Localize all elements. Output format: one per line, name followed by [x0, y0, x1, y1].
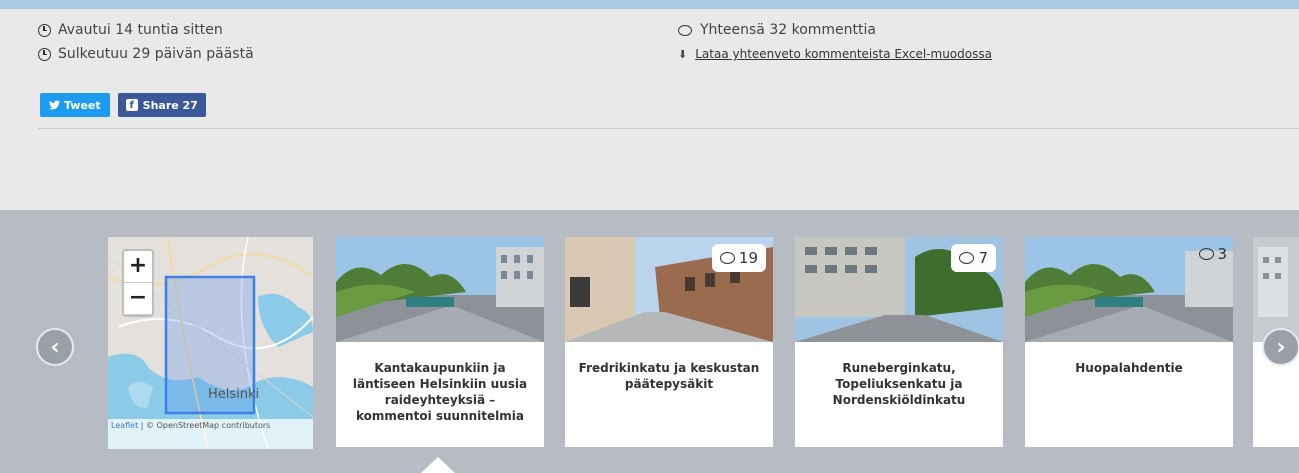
- section-carousel: ‹ + − Helsinki Leaflet | © OpenStreetMap…: [0, 210, 1299, 473]
- card-photo: [336, 237, 544, 342]
- facebook-icon: f: [125, 99, 138, 111]
- consultation-status: Avautui 14 tuntia sitten Sulkeutuu 29 pä…: [38, 18, 254, 66]
- section-card[interactable]: 7 Runeberginkatu, Topeliuksenkatu ja Nor…: [795, 237, 1003, 447]
- carousel-next-button[interactable]: ›: [1262, 328, 1299, 366]
- share-buttons: Tweet f Share 27: [40, 93, 206, 117]
- opened-text: Avautui 14 tuntia sitten: [58, 22, 223, 38]
- comment-count: 3: [1217, 245, 1227, 263]
- chevron-right-icon: ›: [1276, 335, 1286, 360]
- comment-count-badge: 19: [711, 244, 766, 272]
- comment-bubble-icon: [719, 252, 735, 264]
- download-summary-link[interactable]: Lataa yhteenveto kommenteista Excel-muod…: [695, 47, 992, 61]
- card-photo: [1253, 237, 1299, 342]
- facebook-share-button[interactable]: f Share 27: [117, 93, 206, 117]
- comments-summary: Yhteensä 32 kommenttia ⬇ Lataa yhteenvet…: [678, 18, 992, 66]
- comment-count: 7: [978, 249, 988, 267]
- map-card[interactable]: + − Helsinki Leaflet | © OpenStreetMap c…: [108, 237, 313, 449]
- comment-count-badge: 7: [951, 244, 996, 272]
- comment-count: 19: [738, 249, 758, 267]
- comment-bubble-icon: [678, 24, 692, 36]
- comment-bubble-icon: [1199, 248, 1215, 260]
- carousel-prev-button[interactable]: ‹: [36, 328, 74, 366]
- card-title: Kantakaupunkiin ja läntiseen Helsinkiin …: [352, 361, 528, 423]
- card-photo: 3: [1025, 237, 1233, 342]
- card-photo: 19: [565, 237, 773, 342]
- opened-line: Avautui 14 tuntia sitten: [38, 18, 254, 42]
- closes-text: Sulkeutuu 29 päivän päästä: [58, 46, 254, 62]
- comment-bubble-icon: [959, 252, 975, 264]
- twitter-bird-icon: [49, 100, 60, 110]
- zoom-out-button[interactable]: −: [124, 283, 152, 315]
- share-label: Share 27: [142, 98, 198, 112]
- download-icon: ⬇: [678, 47, 688, 61]
- tweet-button[interactable]: Tweet: [40, 93, 110, 117]
- map-city-label: Helsinki: [208, 387, 260, 402]
- map-attribution: Leaflet | © OpenStreetMap contributors: [108, 419, 313, 449]
- section-card[interactable]: 3 Huopalahdentie: [1025, 237, 1233, 447]
- clock-icon: [38, 23, 51, 37]
- card-title: Huopalahdentie: [1075, 361, 1183, 375]
- tweet-label: Tweet: [64, 98, 101, 112]
- zoom-in-button[interactable]: +: [124, 251, 152, 283]
- download-line[interactable]: ⬇ Lataa yhteenveto kommenteista Excel-mu…: [678, 42, 992, 66]
- active-card-pointer: [421, 457, 455, 473]
- top-accent-bar: [0, 0, 1299, 9]
- clock-icon: [38, 47, 51, 61]
- section-card[interactable]: Kantakaupunkiin ja läntiseen Helsinkiin …: [336, 237, 544, 447]
- card-title: Fredrikinkatu ja keskustan päätepysäkit: [578, 361, 760, 391]
- comments-total-line: Yhteensä 32 kommenttia: [678, 18, 992, 42]
- comment-count-badge: 3: [1199, 245, 1227, 263]
- card-title: Runeberginkatu, Topeliuksenkatu ja Norde…: [832, 361, 966, 407]
- section-card[interactable]: 19 Fredrikinkatu ja keskustan päätepysäk…: [565, 237, 773, 447]
- map-zoom-control: + −: [122, 249, 154, 317]
- chevron-left-icon: ‹: [50, 335, 60, 360]
- closes-line: Sulkeutuu 29 päivän päästä: [38, 42, 254, 66]
- leaflet-link[interactable]: Leaflet: [111, 421, 138, 430]
- comments-total-text: Yhteensä 32 kommenttia: [700, 22, 876, 38]
- osm-attribution: | © OpenStreetMap contributors: [138, 421, 271, 430]
- card-photo: 7: [795, 237, 1003, 342]
- section-divider: [38, 128, 1299, 129]
